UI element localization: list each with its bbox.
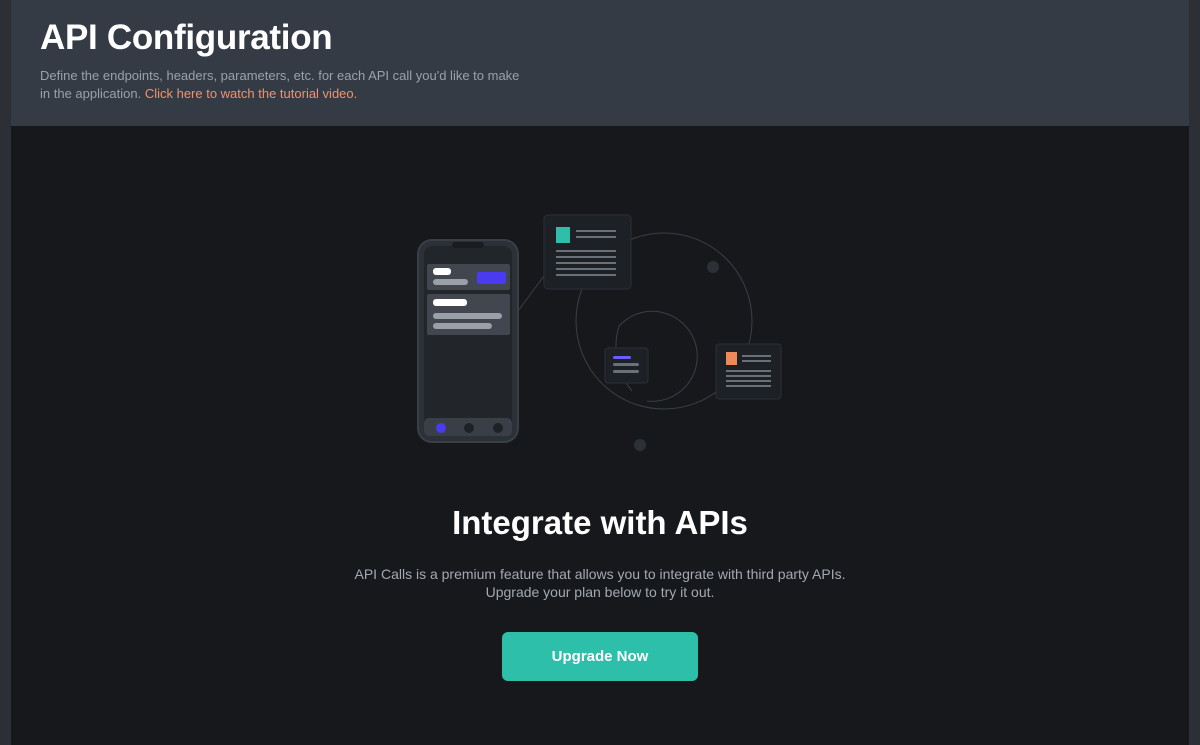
page-description: Define the endpoints, headers, parameter… [40, 67, 520, 103]
page-header: API Configuration Define the endpoints, … [11, 0, 1189, 126]
integrate-heading: Integrate with APIs [452, 504, 748, 541]
tutorial-link[interactable]: Click here to watch the tutorial video. [145, 86, 357, 101]
orbit-dot [707, 261, 719, 273]
page: API Configuration Define the endpoints, … [0, 0, 1200, 745]
premium-feature-text: API Calls is a premium feature that allo… [354, 566, 846, 600]
page-title: API Configuration [40, 18, 333, 57]
document-card-icon [543, 214, 632, 290]
code-card-icon [604, 347, 649, 384]
orbit-dot [634, 439, 646, 451]
phone-icon [417, 239, 519, 443]
phone-api-illustration-icon [417, 214, 782, 451]
main-panel: Integrate with APIs API Calls is a premi… [11, 126, 1189, 745]
upgrade-now-button[interactable]: Upgrade Now [502, 632, 698, 681]
document-card-right-icon [715, 343, 782, 400]
connector-line [517, 275, 545, 312]
